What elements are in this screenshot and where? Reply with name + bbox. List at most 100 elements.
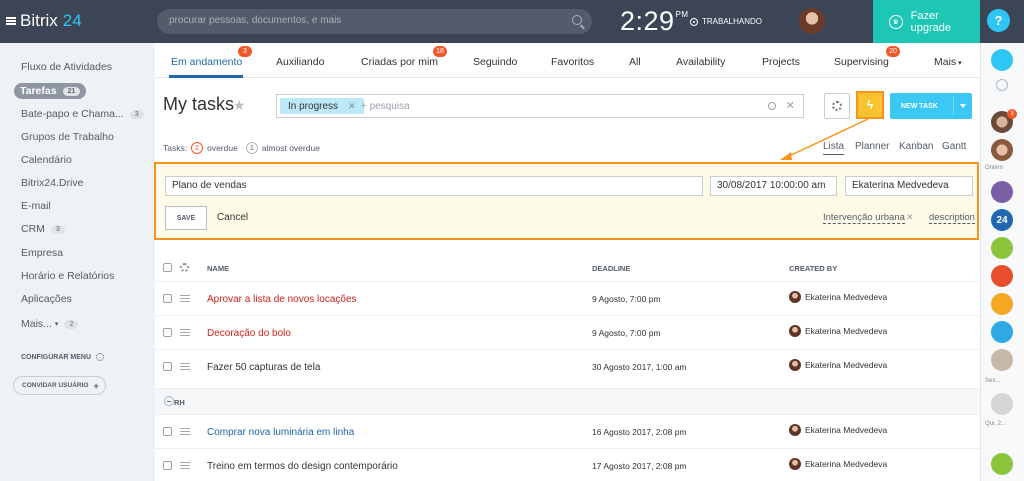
row-menu-icon[interactable] bbox=[180, 462, 190, 469]
view-gantt[interactable]: Gantt bbox=[942, 141, 966, 152]
quick-task-button[interactable]: ϟ bbox=[856, 91, 884, 119]
task-title-input[interactable]: Plano de vendas bbox=[165, 176, 703, 196]
sidebar-item-email[interactable]: E-mail bbox=[21, 200, 51, 212]
row-menu-icon[interactable] bbox=[180, 329, 190, 336]
sidebar-item-more[interactable]: Mais... ▾ 2 bbox=[21, 318, 79, 330]
remove-project-icon[interactable]: ✕ bbox=[906, 212, 914, 223]
contact-avatar[interactable] bbox=[991, 349, 1013, 371]
sidebar-item-applications[interactable]: Aplicações bbox=[21, 293, 72, 305]
tab-projects[interactable]: Projects bbox=[762, 56, 800, 68]
sidebar-item-drive[interactable]: Bitrix24.Drive bbox=[21, 177, 83, 189]
task-name-link[interactable]: Treino em termos do design contemporário bbox=[207, 461, 398, 472]
cancel-button[interactable]: Cancel bbox=[217, 212, 248, 223]
search-icon[interactable] bbox=[996, 79, 1008, 91]
view-list[interactable]: Lista bbox=[823, 141, 845, 155]
sidebar-item-workgroups[interactable]: Grupos de Trabalho bbox=[21, 131, 114, 143]
row-checkbox[interactable] bbox=[163, 294, 172, 303]
tab-supervising[interactable]: Supervising bbox=[834, 56, 889, 68]
task-deadline[interactable]: 9 Agosto, 7:00 pm bbox=[592, 328, 661, 338]
task-creator[interactable]: Ekaterina Medvedeva bbox=[789, 359, 887, 371]
dropdown-caret-icon[interactable] bbox=[960, 104, 966, 108]
clock[interactable]: 2:29PM bbox=[620, 6, 689, 37]
table-row[interactable]: Aprovar a lista de novos locações 9 Agos… bbox=[155, 281, 980, 315]
tab-more[interactable]: Mais ▾ bbox=[934, 56, 962, 68]
menu-icon[interactable] bbox=[6, 17, 16, 25]
task-creator[interactable]: Ekaterina Medvedeva bbox=[789, 424, 887, 436]
table-row[interactable]: Fazer 50 capturas de tela 30 Agosto 2017… bbox=[155, 349, 980, 383]
task-name-link[interactable]: Comprar nova luminária em linha bbox=[207, 427, 354, 438]
group-chat-icon[interactable] bbox=[991, 265, 1013, 287]
task-deadline[interactable]: 16 Agosto 2017, 2:08 pm bbox=[592, 427, 687, 437]
task-creator[interactable]: Ekaterina Medvedeva bbox=[789, 291, 887, 303]
overdue-label[interactable]: overdue bbox=[207, 143, 238, 153]
almost-overdue-count[interactable]: 1 bbox=[245, 142, 258, 154]
search-input[interactable]: procurar pessoas, documentos, e mais bbox=[157, 9, 592, 34]
bell-icon[interactable] bbox=[991, 49, 1013, 71]
responsible-input[interactable]: Ekaterina Medvedeva bbox=[845, 176, 973, 196]
overdue-count[interactable]: 2 bbox=[191, 142, 204, 154]
tab-following[interactable]: Seguindo bbox=[473, 56, 517, 68]
settings-button[interactable] bbox=[824, 93, 850, 119]
filter-search-input[interactable]: In progress ✕ + pesquisa ✕ bbox=[276, 94, 804, 118]
search-icon[interactable] bbox=[768, 102, 776, 110]
sidebar-item-calendar[interactable]: Calendário bbox=[21, 154, 72, 166]
tab-in-progress[interactable]: Em andamento bbox=[171, 56, 242, 68]
configure-menu-button[interactable]: CONFIGURAR MENU bbox=[21, 353, 104, 361]
row-checkbox[interactable] bbox=[163, 362, 172, 371]
contact-avatar[interactable] bbox=[991, 139, 1013, 161]
task-name-link[interactable]: Decoração do bolo bbox=[207, 328, 291, 339]
save-button[interactable]: SAVE bbox=[165, 206, 207, 230]
clear-icon[interactable]: ✕ bbox=[786, 99, 795, 112]
help-button[interactable]: ? bbox=[987, 9, 1010, 32]
sidebar-item-crm[interactable]: CRM 3 bbox=[21, 223, 65, 235]
sidebar-item-chat[interactable]: Bate-papo e Chama... 3 bbox=[21, 108, 144, 120]
star-icon[interactable]: ★ bbox=[233, 97, 246, 114]
sidebar-item-company[interactable]: Empresa bbox=[21, 247, 63, 259]
task-creator[interactable]: Ekaterina Medvedeva bbox=[789, 325, 887, 337]
row-checkbox[interactable] bbox=[163, 461, 172, 470]
search-icon[interactable] bbox=[572, 15, 582, 25]
task-name-link[interactable]: Fazer 50 capturas de tela bbox=[207, 362, 320, 373]
invite-user-button[interactable]: CONVIDAR USUÁRIO + bbox=[13, 376, 106, 395]
deadline-input[interactable]: 30/08/2017 10:00:00 am bbox=[710, 176, 837, 196]
sidebar-item-tasks[interactable]: Tarefas 21 bbox=[14, 83, 87, 99]
gear-icon[interactable] bbox=[180, 263, 189, 272]
work-status[interactable]: TRABALHANDO bbox=[690, 17, 762, 26]
task-deadline[interactable]: 30 Agosto 2017, 1:00 am bbox=[592, 362, 687, 372]
lock-icon[interactable] bbox=[991, 237, 1013, 259]
row-menu-icon[interactable] bbox=[180, 428, 190, 435]
task-name-link[interactable]: Aprovar a lista de novos locações bbox=[207, 294, 357, 305]
table-row[interactable]: Decoração do bolo 9 Agosto, 7:00 pm Ekat… bbox=[155, 315, 980, 349]
row-checkbox[interactable] bbox=[163, 427, 172, 436]
row-checkbox[interactable] bbox=[163, 328, 172, 337]
close-icon[interactable]: ✕ bbox=[348, 101, 356, 112]
task-creator[interactable]: Ekaterina Medvedeva bbox=[789, 458, 887, 470]
user-avatar[interactable] bbox=[799, 8, 825, 34]
chat-avatar[interactable] bbox=[991, 293, 1013, 315]
filter-chip[interactable]: In progress ✕ bbox=[280, 98, 364, 114]
project-link[interactable]: Intervenção urbana bbox=[823, 212, 905, 224]
column-deadline[interactable]: DEADLINE bbox=[592, 264, 630, 273]
phone-icon[interactable] bbox=[991, 453, 1013, 475]
task-deadline[interactable]: 17 Agosto 2017, 2:08 pm bbox=[592, 461, 687, 471]
column-name[interactable]: NAME bbox=[207, 264, 229, 273]
row-menu-icon[interactable] bbox=[180, 363, 190, 370]
row-menu-icon[interactable] bbox=[180, 295, 190, 302]
collapse-icon[interactable]: − bbox=[164, 396, 174, 406]
bitrix24-icon[interactable]: 24 bbox=[991, 209, 1013, 231]
sidebar-item-activity-stream[interactable]: Fluxo de Atividades bbox=[21, 61, 112, 73]
task-deadline[interactable]: 9 Agosto, 7:00 pm bbox=[592, 294, 661, 304]
group-row[interactable]: − RH bbox=[155, 388, 980, 414]
tab-created-by-me[interactable]: Criadas por mim bbox=[361, 56, 438, 68]
tab-favorites[interactable]: Favoritos bbox=[551, 56, 594, 68]
sidebar-item-time-reports[interactable]: Horário e Relatórios bbox=[21, 270, 114, 282]
lock-icon[interactable] bbox=[991, 321, 1013, 343]
table-row[interactable]: Comprar nova luminária em linha 16 Agost… bbox=[155, 414, 980, 448]
upgrade-button[interactable]: ♛ Fazer upgrade bbox=[873, 0, 980, 43]
tab-assisting[interactable]: Auxiliando bbox=[276, 56, 324, 68]
contact-avatar[interactable] bbox=[991, 393, 1013, 415]
view-kanban[interactable]: Kanban bbox=[899, 141, 933, 152]
new-task-button[interactable]: NEW TASK bbox=[890, 93, 972, 119]
tab-all[interactable]: All bbox=[629, 56, 641, 68]
column-created-by[interactable]: CREATED BY bbox=[789, 264, 837, 273]
